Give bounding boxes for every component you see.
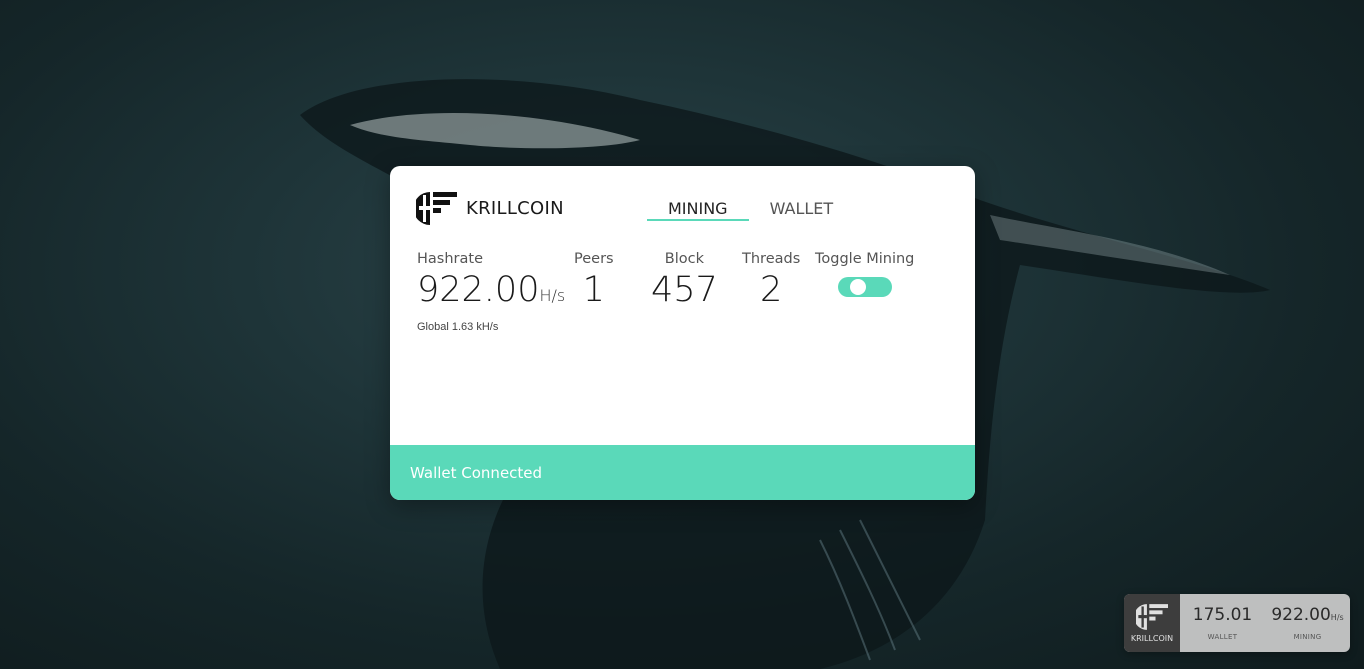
threads-value: 2 [759,270,783,310]
global-hashrate: Global 1.63 kH/s [417,321,499,333]
krillcoin-logo-icon [1136,603,1168,630]
threads-label: Threads [742,251,801,267]
mini-mining-value: 922.00 [1271,605,1331,625]
main-tabs: MINING WALLET [647,199,854,221]
tab-mining[interactable]: MINING [647,199,749,221]
hashrate-label: Hashrate [417,251,483,267]
hashrate-value: 922.00 [417,270,540,310]
threads-stat: Threads 2 [742,251,800,310]
peers-stat: Peers 1 [574,251,614,310]
mini-wallet-stat: 175.01 WALLET [1180,594,1265,652]
block-value: 457 [651,270,718,310]
mini-mining-label: MINING [1293,633,1322,641]
brand-logo: KRILLCOIN [416,192,564,225]
hashrate-unit: H/s [539,286,566,305]
status-bar: Wallet Connected [390,445,975,500]
hashrate-stat: Hashrate 922.00H/s Global 1.63 kH/s [417,251,565,333]
mini-logo: KRILLCOIN [1124,594,1180,652]
mini-status-widget[interactable]: KRILLCOIN 175.01 WALLET 922.00H/s MINING [1124,594,1350,652]
mini-wallet-label: WALLET [1207,633,1238,641]
tab-wallet[interactable]: WALLET [749,199,855,221]
mini-brand-name: KRILLCOIN [1130,633,1174,643]
mini-mining-unit: H/s [1330,613,1344,622]
krillcoin-logo-icon [416,192,457,225]
mini-mining-value-row: 922.00H/s [1271,605,1343,625]
miner-card: KRILLCOIN MINING WALLET Hashrate 922.00H… [390,166,975,500]
toggle-mining-label: Toggle Mining [815,251,915,267]
toggle-mining-stat: Toggle Mining [815,251,914,302]
peers-value: 1 [582,270,605,310]
mini-mining-stat: 922.00H/s MINING [1265,594,1350,652]
toggle-mining-switch[interactable] [837,277,892,297]
block-label: Block [664,251,705,267]
brand-name: KRILLCOIN [466,198,564,219]
status-text: Wallet Connected [410,463,543,482]
hashrate-value-row: 922.00H/s [417,270,565,316]
block-stat: Block 457 [651,251,718,310]
peers-label: Peers [574,251,614,267]
toggle-knob [849,279,866,295]
mini-wallet-value: 175.01 [1192,605,1253,625]
